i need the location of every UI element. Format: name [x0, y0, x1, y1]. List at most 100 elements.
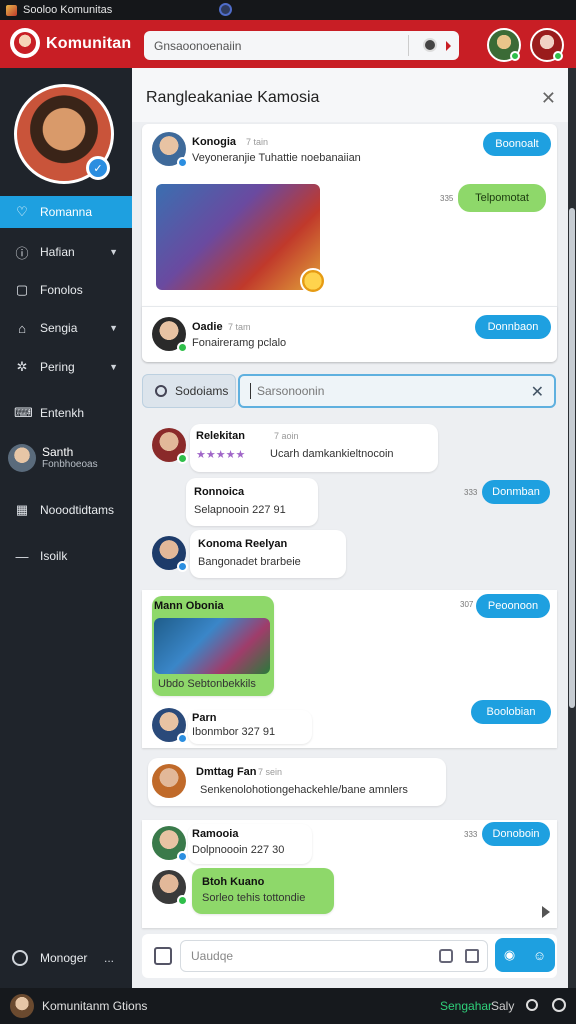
chat-author: Btoh Kuano [202, 876, 265, 888]
top-search-input[interactable]: Gnsaoonoenaiin [144, 31, 459, 60]
search-icon[interactable] [526, 999, 538, 1011]
verified-badge [177, 561, 188, 572]
sidebar-item-label: Pering [40, 360, 75, 374]
play-icon[interactable] [542, 906, 550, 918]
dash-icon: — [15, 548, 29, 564]
verified-badge [177, 733, 188, 744]
post-count: 335 [440, 194, 454, 203]
main-header: Rangleakaniae Kamosia ✕ [132, 68, 568, 122]
sidebar-item-entenkh[interactable]: ⌨ Entenkh [0, 397, 132, 429]
camera-icon[interactable] [439, 949, 453, 963]
taskbar-status[interactable]: Sengahar [440, 999, 492, 1013]
post-action-button[interactable]: Peoonoon [476, 594, 550, 618]
sidebar-item-hafian[interactable]: ⓘ Hafian ▼ [0, 236, 132, 268]
emoji-grid-icon[interactable] [154, 947, 172, 965]
top-search-value: Gnsaoonoenaiin [154, 38, 242, 53]
coin-icon [300, 268, 326, 294]
taskbar: Komunitanm Gtions Sengahar Saly [0, 988, 576, 1024]
sidebar-item-isoilk[interactable]: — Isoilk [0, 540, 132, 572]
avatar[interactable] [487, 28, 521, 62]
chat-author: Ramooia [192, 828, 239, 840]
post-message: Fonaireramg pclalo [192, 337, 287, 349]
star-rating: ★★★★★ [196, 449, 246, 461]
chevron-down-icon: ▼ [109, 323, 118, 333]
avatar[interactable] [152, 764, 186, 798]
post-card: Oadie 7 tam Fonaireramg pclalo Donnbaon [142, 306, 557, 362]
chat-author: Mann Obonia [154, 600, 224, 612]
post-action-button[interactable]: Donnbaon [475, 315, 551, 339]
chat-text: Sorleo tehis tottondie [202, 892, 306, 904]
green-action-button[interactable]: Telpomotat [458, 184, 546, 212]
sidebar-item-label: Nooodtidtams [40, 503, 115, 517]
search-icon [155, 385, 167, 397]
avatar[interactable] [152, 428, 188, 464]
record-icon[interactable] [219, 3, 232, 16]
user-search-icon[interactable] [423, 38, 437, 52]
sidebar-item-label: Hafian [40, 245, 75, 259]
avatar[interactable] [530, 28, 564, 62]
post-action-button[interactable]: Donoboin [482, 822, 550, 846]
image-icon[interactable] [465, 949, 479, 963]
game-artwork-image[interactable] [156, 184, 320, 290]
sidebar-item-romanna[interactable]: ♡ Romanna [0, 196, 132, 228]
message-placeholder: Uaudqe [191, 949, 234, 963]
sidebar-user[interactable]: Santh Fonbhoeoas [8, 440, 132, 476]
avatar[interactable] [152, 536, 188, 572]
power-icon[interactable] [552, 998, 566, 1012]
online-indicator [510, 51, 520, 61]
avatar[interactable] [10, 994, 34, 1018]
chat-text: Selapnooin 227 91 [194, 504, 286, 516]
sidebar-item-label: Sengia [40, 321, 78, 335]
post-action-button[interactable]: Boolobian [471, 700, 551, 724]
avatar[interactable] [152, 132, 188, 168]
sidebar-item-pering[interactable]: ✲ Pering ▼ [0, 351, 132, 383]
sidebar-item-monoger[interactable]: Monoger ... [0, 941, 132, 975]
online-indicator [177, 895, 188, 906]
chat-action-button[interactable]: Donmban [482, 480, 550, 504]
brand-logo[interactable] [10, 28, 40, 58]
chat-text: Ucarh damkankieltnocoin [270, 448, 394, 460]
search-divider [408, 35, 409, 56]
post-card: Ramooia Dolpnoooin 227 30 333 Donoboin B… [142, 820, 557, 928]
post-time: 7 tain [246, 137, 269, 147]
sidebar-item-nooodtidtams[interactable]: ▦ Nooodtidtams [0, 494, 132, 526]
post-message: Veyoneranjie Tuhattie noebanaiian [192, 152, 361, 164]
avatar[interactable] [152, 826, 188, 862]
chat-message: Konoma Reelyan Bangonadet brarbeie [190, 530, 346, 578]
chat-message: Relekitan 7 aoin ★★★★★ Ucarh damkankielt… [190, 424, 438, 472]
scrollbar[interactable] [568, 68, 576, 988]
top-bar: Komunitan Gnsaoonoenaiin [0, 20, 576, 68]
post-action-button[interactable]: Boonoalt [483, 132, 551, 156]
heart-icon: ♡ [16, 204, 28, 219]
chat-time: 7 sein [258, 767, 283, 777]
chat-message: Dmttag Fan 7 sein Senkenolohotiongehacke… [148, 758, 446, 806]
text-caret [250, 383, 251, 399]
chat-text: Bangonadet brarbeie [198, 556, 301, 568]
close-icon[interactable]: ✕ [541, 88, 556, 109]
search-input[interactable]: Sarsonoonin ✕ [238, 374, 556, 408]
avatar[interactable] [152, 870, 188, 906]
chat-message: Parn Ibonmbor 327 91 [188, 710, 312, 744]
search-button[interactable]: Sodoiams [142, 374, 236, 408]
avatar[interactable] [152, 317, 188, 353]
send-button[interactable]: ◉ ☺ [495, 938, 555, 972]
avatar[interactable] [152, 708, 188, 744]
play-arrow-icon[interactable] [446, 41, 451, 51]
online-indicator [177, 342, 188, 353]
verified-badge [177, 157, 188, 168]
sidebar-item-label: Isoilk [40, 549, 68, 563]
clear-icon[interactable]: ✕ [531, 382, 544, 402]
game-artwork-image[interactable] [154, 618, 270, 674]
scrollbar-thumb[interactable] [569, 208, 575, 708]
page-title: Rangleakaniae Kamosia [146, 89, 320, 106]
sidebar-user-name: Santh [42, 445, 74, 459]
chat-text: Dolpnoooin 227 30 [192, 844, 285, 856]
sidebar-item-sengia[interactable]: ⌂ Sengia ▼ [0, 312, 132, 344]
more-icon[interactable]: ... [104, 951, 114, 965]
home-icon: ⌂ [18, 320, 26, 336]
sidebar-item-fonolos[interactable]: ▢ Fonolos [0, 274, 132, 306]
chat-count: 333 [464, 488, 478, 497]
image-caption: Ubdo Sebtonbekkils [158, 678, 256, 690]
brand-name: Komunitan [46, 35, 132, 52]
online-indicator [553, 51, 563, 61]
